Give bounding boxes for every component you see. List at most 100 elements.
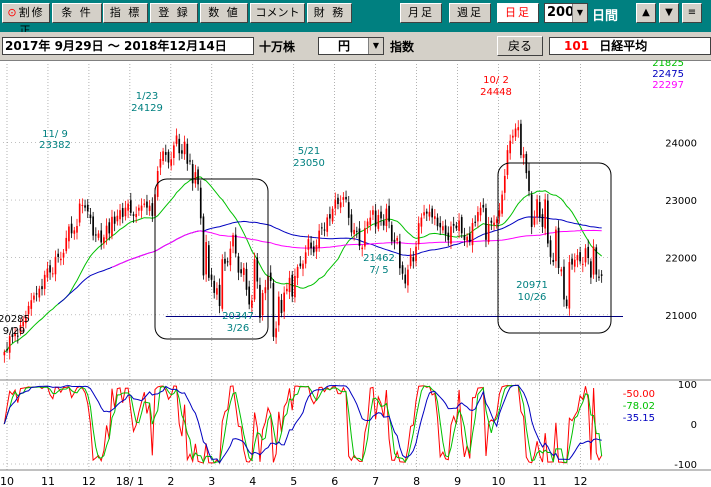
chevron-down-icon[interactable]: ▼ (368, 38, 383, 54)
osc-legend-value: -35.15 (623, 413, 655, 424)
financials-button[interactable]: 財 務 (307, 3, 352, 23)
candle-body (339, 202, 342, 208)
annotation-label: 7/ 5 (369, 265, 388, 276)
chevron-down-icon[interactable]: ▼ (572, 4, 587, 22)
split-adjust-button[interactable]: ⊙割修正 (2, 3, 50, 37)
candle-body (560, 269, 563, 272)
candle-body (234, 234, 237, 254)
candle-body (366, 221, 369, 227)
x-tick-label: 6 (331, 475, 338, 487)
values-button[interactable]: 数 値 (200, 3, 248, 23)
candle-body (146, 201, 148, 208)
date-range-field[interactable]: 2017年 9月29日 ～ 2018年12月14日 (2, 37, 254, 55)
candle-body (288, 277, 291, 293)
candle-body (261, 293, 264, 316)
toolbar: ⊙割修正 条 件 指 標 登 録 数 値 コメント 財 務 月足 週足 日足 2… (0, 0, 711, 37)
annotation-label: 3/26 (227, 323, 249, 334)
scroll-up-button[interactable]: ▲ (636, 3, 656, 23)
candle-body (89, 214, 92, 219)
candle-body (43, 274, 46, 289)
candle-body (57, 253, 59, 257)
comment-button[interactable]: コメント (250, 3, 305, 23)
candle-body (509, 140, 512, 154)
candle-body (283, 292, 285, 312)
candle-body (425, 211, 428, 214)
info-bar: 2017年 9月29日 ～ 2018年12月14日 十万株 円 ▼ 指数 戻る … (0, 32, 711, 61)
chart-area: 1/23 24129 11/ 9 23382 20285 9/29 20347 3/26 5/2… (0, 60, 711, 487)
candle-body (401, 265, 404, 274)
candle-body (321, 227, 323, 229)
candle-body (563, 266, 565, 300)
candle-body (407, 269, 409, 286)
candle-body (108, 222, 111, 234)
annotation-label: 11/ 9 (42, 129, 68, 140)
register-button[interactable]: 登 録 (150, 3, 198, 23)
candle-body (573, 259, 576, 267)
candle-body (318, 230, 320, 249)
monthly-button[interactable]: 月足 (400, 3, 442, 23)
candle-body (197, 169, 199, 185)
candle-body (94, 234, 97, 236)
candle-body (436, 217, 439, 227)
candle-body (86, 204, 89, 212)
candle-body (173, 145, 175, 158)
candle-body (269, 272, 272, 281)
candle-body (447, 232, 450, 241)
back-button[interactable]: 戻る (497, 36, 543, 56)
candle-body (312, 246, 315, 253)
daily-button[interactable]: 日足 (497, 3, 539, 23)
candle-body (442, 226, 444, 231)
candle-body (186, 143, 189, 164)
candle-body (495, 219, 498, 223)
x-tick-label: 5 (290, 475, 297, 487)
x-tick-label: 10 (0, 475, 14, 487)
x-tick-label: 7 (372, 475, 379, 487)
osc-legend-value: -78.02 (623, 401, 655, 412)
candle-body (514, 128, 517, 137)
candle-body (506, 150, 509, 175)
chart-canvas[interactable]: 1/232412911/ 923382202859/29203473/265/2… (0, 60, 711, 487)
candle-body (124, 207, 127, 217)
period-count-select[interactable]: 200 ▼ (544, 3, 588, 23)
candle-body (97, 233, 100, 238)
candle-body (164, 152, 167, 155)
candle-body (127, 203, 129, 211)
candle-body (377, 215, 380, 229)
candle-body (162, 151, 164, 162)
candle-body (143, 203, 146, 205)
candle-body (501, 194, 503, 214)
annotation-label: 10/ 2 (483, 75, 509, 86)
symbol-field[interactable]: 101 日経平均 (549, 37, 711, 55)
menu-button[interactable]: ≡ (682, 3, 702, 23)
annotation-label: 20285 (0, 314, 30, 325)
candle-body (482, 204, 485, 208)
currency-select[interactable]: 円 ▼ (318, 37, 384, 55)
candle-body (544, 199, 546, 229)
candle-body (216, 288, 218, 295)
candle-body (78, 203, 81, 223)
candle-body (595, 247, 598, 275)
candle-body (444, 225, 447, 235)
weekly-button[interactable]: 週足 (449, 3, 491, 23)
candle-body (242, 267, 245, 275)
indicator-button[interactable]: 指 標 (103, 3, 148, 23)
candle-body (350, 214, 353, 233)
candle-body (245, 268, 248, 290)
candle-body (326, 217, 329, 232)
candle-body (533, 217, 536, 225)
annotation-label: 23050 (293, 158, 325, 169)
candle-body (175, 135, 178, 144)
candle-body (132, 214, 135, 216)
triangle-up-icon: ▲ (642, 7, 650, 18)
candle-body (399, 241, 401, 269)
candle-body (159, 159, 162, 168)
candle-body (549, 240, 552, 257)
candle-body (248, 286, 251, 305)
candle-body (191, 164, 194, 184)
candle-body (498, 210, 501, 217)
scroll-down-button[interactable]: ▼ (659, 3, 679, 23)
condition-button[interactable]: 条 件 (52, 3, 102, 23)
candle-body (417, 223, 420, 245)
osc-tick-label: -100 (674, 460, 697, 471)
candle-body (584, 248, 587, 263)
